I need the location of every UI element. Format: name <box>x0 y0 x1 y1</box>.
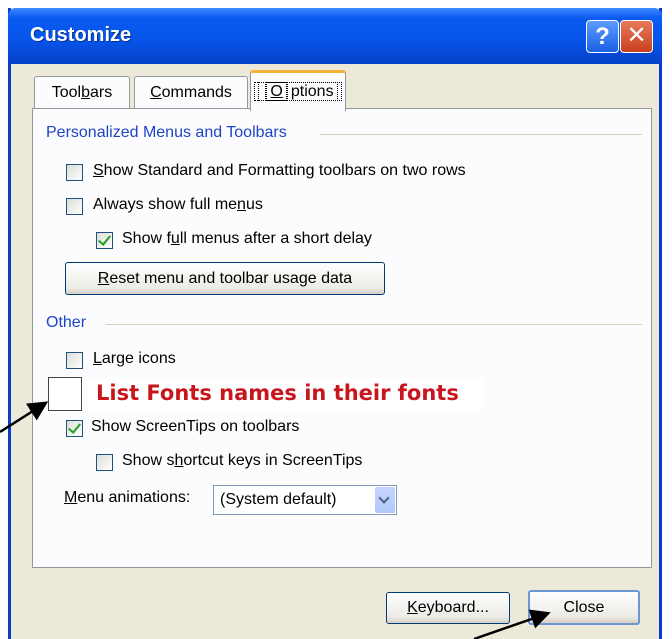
annotation-arrows <box>0 401 551 639</box>
arrow-to-close <box>473 609 551 639</box>
arrow-to-checkbox <box>0 401 49 434</box>
